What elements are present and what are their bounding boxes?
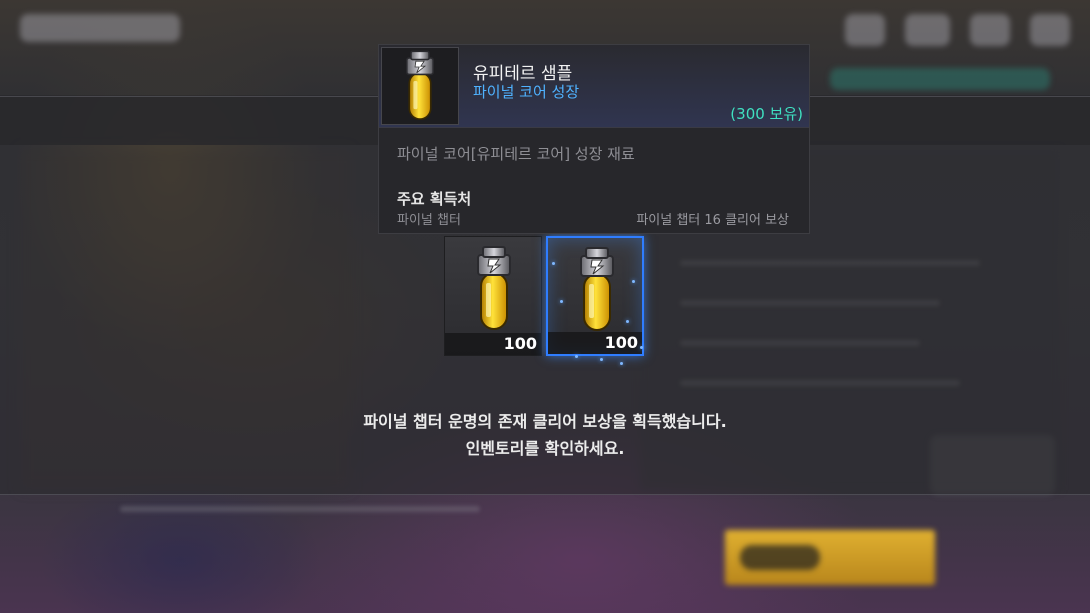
gold-button-inner-blur: [740, 545, 820, 570]
item-description: 파이널 코어[유피테르 코어] 성장 재료: [397, 145, 635, 163]
reward-count: 100: [503, 334, 537, 353]
item-category: 파이널 코어 성장: [473, 83, 580, 101]
yellow-vial-icon: [405, 50, 435, 120]
reward-slot[interactable]: 100: [444, 236, 542, 356]
tooltip-item-icon-frame: [381, 47, 459, 125]
yellow-vial-icon: [580, 247, 614, 331]
sparkle: [632, 280, 635, 283]
top-icon-blur-2: [905, 14, 950, 46]
sparkle: [552, 262, 555, 265]
source-title: 주요 획득처: [397, 190, 472, 208]
sparkle: [640, 346, 643, 349]
reward-message-line1: 파이널 챕터 운명의 존재 클리어 보상을 획득했습니다.: [363, 412, 727, 431]
top-left-blur: [20, 14, 180, 42]
top-icon-blur-4: [1030, 14, 1070, 46]
sparkle: [575, 355, 578, 358]
owned-count: (300 보유): [730, 105, 803, 123]
source-name: 파이널 챕터: [397, 213, 461, 228]
sparkle: [626, 320, 629, 323]
top-icon-blur-1: [845, 14, 885, 46]
top-icon-blur-3: [970, 14, 1010, 46]
sparkle: [600, 358, 603, 361]
reward-message-line2: 인벤토리를 확인하세요.: [465, 439, 625, 458]
reward-slot-selected[interactable]: 100: [546, 236, 644, 356]
reward-count: 100: [604, 333, 638, 352]
top-tab-blur: [830, 68, 1050, 90]
sparkle: [620, 362, 623, 365]
sparkle: [560, 300, 563, 303]
item-tooltip: 유피테르 샘플 파이널 코어 성장 (300 보유) 파이널 코어[유피테르 코…: [378, 44, 810, 234]
yellow-vial-icon: [477, 246, 511, 330]
bottom-text-blur: [120, 506, 480, 512]
source-detail: 파이널 챕터 16 클리어 보상: [636, 213, 789, 228]
